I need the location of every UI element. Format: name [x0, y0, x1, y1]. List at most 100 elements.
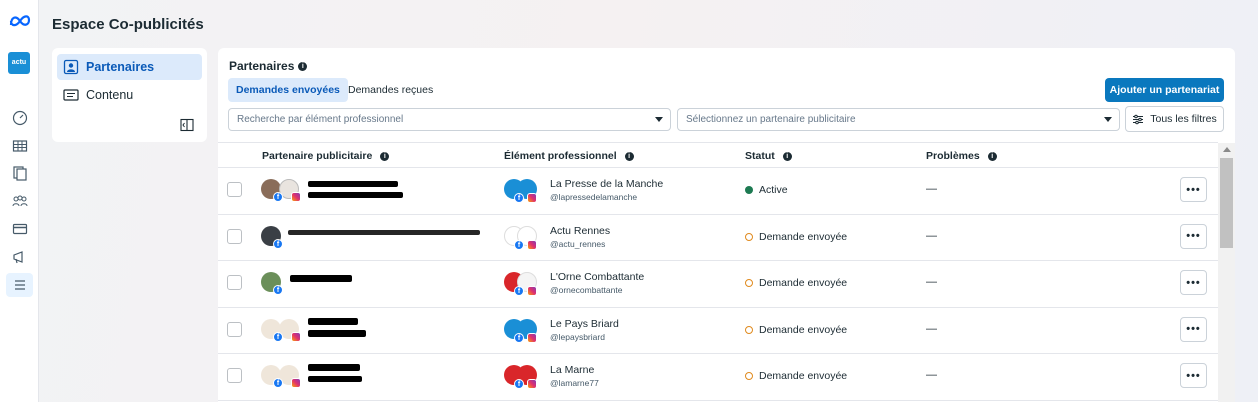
redacted-partner-handle — [308, 329, 366, 337]
info-icon[interactable]: i — [380, 151, 390, 161]
partner-avatar: f — [261, 224, 303, 250]
pages-icon[interactable] — [6, 161, 33, 185]
status-dot — [745, 186, 753, 194]
row-checkbox[interactable] — [227, 182, 242, 197]
table-row[interactable]: f f Le Pays Briard @lepaysbriard Demande… — [218, 308, 1218, 354]
column-header-problemes[interactable]: Problèmes i — [926, 150, 997, 162]
tab-demandes-envoyees[interactable]: Demandes envoyées — [228, 78, 348, 102]
problems-value: — — [926, 322, 937, 335]
page-title: Espace Co-publicités — [52, 16, 204, 33]
status-badge: Demande envoyée — [745, 324, 847, 336]
status-dot — [745, 279, 753, 287]
info-icon[interactable]: i — [298, 61, 308, 71]
facebook-icon: f — [273, 378, 283, 388]
partner-avatar: f — [261, 317, 303, 343]
info-icon[interactable]: i — [782, 151, 792, 161]
info-icon[interactable]: i — [624, 151, 634, 161]
instagram-icon — [527, 286, 537, 296]
partner-select[interactable]: Sélectionnez un partenaire publicitaire — [677, 108, 1120, 131]
instagram-icon — [291, 331, 301, 342]
filter-icon — [1133, 114, 1144, 124]
meta-logo-icon[interactable] — [9, 14, 31, 30]
asset-handle: @ornecombattante — [550, 285, 623, 295]
facebook-icon: f — [273, 285, 283, 295]
more-options-button[interactable]: ••• — [1180, 270, 1207, 295]
status-badge: Demande envoyée — [745, 370, 847, 382]
table-row[interactable]: f f La Presse de la Manche @lapressedela… — [218, 168, 1218, 215]
more-options-button[interactable]: ••• — [1180, 363, 1207, 388]
status-text: Demande envoyée — [759, 277, 848, 289]
add-partnership-button[interactable]: Ajouter un partenariat — [1105, 78, 1224, 102]
instagram-icon — [291, 192, 301, 202]
instagram-icon — [527, 193, 537, 203]
table-row[interactable]: f f La Marne @lamarne77 Demande envoyée … — [218, 354, 1218, 401]
more-options-button[interactable]: ••• — [1180, 177, 1207, 202]
facebook-icon: f — [514, 379, 524, 389]
asset-avatar: f — [504, 270, 544, 298]
facebook-icon: f — [514, 332, 524, 343]
chevron-down-icon — [655, 117, 663, 122]
asset-avatar: f — [504, 177, 544, 205]
asset-handle: @lapressedelamanche — [550, 192, 638, 202]
subnav-item-partenaires[interactable]: Partenaires — [57, 54, 202, 80]
people-icon[interactable] — [6, 189, 33, 213]
row-checkbox[interactable] — [227, 321, 242, 337]
column-label: Problèmes — [926, 150, 980, 162]
problems-value: — — [926, 276, 937, 288]
collapse-panel-icon[interactable] — [180, 118, 194, 132]
status-text: Demande envoyée — [759, 230, 848, 243]
left-rail: actu — [0, 0, 39, 402]
asset-handle: @lamarne77 — [550, 378, 599, 388]
more-options-button[interactable]: ••• — [1180, 316, 1207, 342]
column-header-partenaire[interactable]: Partenaire publicitaire i — [262, 150, 390, 162]
chevron-down-icon — [1104, 117, 1112, 122]
column-header-statut[interactable]: Statut i — [745, 150, 792, 162]
table-icon[interactable] — [6, 134, 33, 158]
account-avatar[interactable]: actu — [8, 52, 30, 74]
column-label: Partenaire publicitaire — [262, 150, 373, 162]
instagram-icon — [527, 379, 537, 389]
billing-icon[interactable] — [6, 217, 33, 241]
table-row[interactable]: f f Actu Rennes @actu_rennes Demande env… — [218, 215, 1218, 261]
scroll-up-icon[interactable] — [1223, 147, 1231, 152]
asset-handle: @actu_rennes — [550, 238, 606, 249]
asset-handle: @lepaysbriard — [550, 331, 605, 342]
asset-name: L'Orne Combattante — [550, 271, 645, 283]
instagram-icon — [527, 239, 537, 250]
status-badge: Demande envoyée — [745, 277, 847, 289]
problems-value: — — [926, 229, 937, 242]
scroll-thumb[interactable] — [1220, 158, 1233, 248]
megaphone-icon[interactable] — [6, 245, 33, 269]
row-checkbox[interactable] — [227, 275, 242, 290]
menu-icon[interactable] — [6, 273, 33, 297]
info-icon[interactable]: i — [987, 151, 997, 161]
row-checkbox[interactable] — [227, 228, 242, 244]
subnav-item-label: Partenaires — [86, 60, 155, 74]
row-checkbox[interactable] — [227, 368, 242, 383]
all-filters-button[interactable]: Tous les filtres — [1125, 106, 1224, 132]
table-row[interactable]: f f L'Orne Combattante @ornecombattante … — [218, 261, 1218, 308]
facebook-icon: f — [514, 239, 524, 250]
tab-demandes-recues[interactable]: Demandes reçues — [340, 78, 441, 102]
facebook-icon: f — [514, 286, 524, 296]
status-text: Demande envoyée — [759, 323, 848, 336]
redacted-partner-handle — [308, 376, 362, 382]
table-scrollbar[interactable] — [1218, 143, 1235, 402]
dashboard-icon[interactable] — [6, 106, 33, 130]
search-input[interactable]: Recherche par élément professionnel — [228, 108, 671, 131]
more-options-button[interactable]: ••• — [1180, 223, 1207, 249]
partner-select-placeholder: Sélectionnez un partenaire publicitaire — [686, 114, 856, 125]
partners-icon — [63, 59, 79, 75]
subnav-item-contenu[interactable]: Contenu — [57, 82, 202, 108]
redacted-partner-name — [308, 181, 398, 187]
partner-avatar: f — [261, 177, 303, 203]
column-header-element[interactable]: Élément professionnel i — [504, 150, 634, 162]
facebook-icon: f — [514, 193, 524, 203]
facebook-icon: f — [273, 331, 283, 342]
content-icon — [63, 87, 79, 103]
asset-avatar: f — [504, 224, 544, 252]
subnav-item-label: Contenu — [86, 88, 134, 102]
facebook-icon: f — [273, 192, 283, 202]
status-dot — [745, 325, 753, 334]
asset-name: Actu Rennes — [550, 224, 611, 237]
